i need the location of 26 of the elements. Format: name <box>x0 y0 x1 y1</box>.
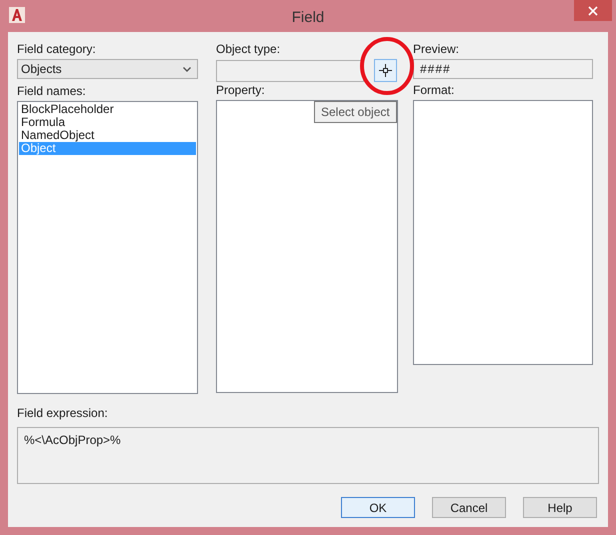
field-label: Preview: <box>413 41 460 57</box>
select-object-button[interactable] <box>374 59 397 82</box>
dialog-button[interactable]: OK <box>341 497 415 518</box>
app-logo-icon <box>9 7 25 23</box>
expression-field[interactable]: %<\AcObjProp>% <box>17 427 599 484</box>
list-item[interactable]: Formula <box>19 116 196 129</box>
close-icon <box>588 6 598 16</box>
chevron-down-icon <box>183 66 191 72</box>
dialog-button[interactable]: Cancel <box>432 497 506 518</box>
list-item[interactable]: BlockPlaceholder <box>19 103 196 116</box>
category-dropdown[interactable]: Objects <box>17 59 198 79</box>
window-title: Field <box>292 8 324 26</box>
field-label: Property: <box>216 82 266 98</box>
field-label: Field expression: <box>17 405 109 421</box>
field-label: Field names: <box>17 83 87 99</box>
field-label: Field category: <box>17 41 97 57</box>
object-type-field[interactable] <box>216 60 364 82</box>
field-label: Object type: <box>216 41 282 57</box>
field-label: Format: <box>413 82 456 98</box>
annotation-circle <box>359 36 415 96</box>
crosshair-icon <box>379 64 392 77</box>
dialog-button[interactable]: Help <box>523 497 597 518</box>
list-item[interactable]: NamedObject <box>19 129 196 142</box>
close-button[interactable] <box>574 0 612 21</box>
tooltip: Select object <box>314 101 397 123</box>
preview-field: #### <box>413 59 593 79</box>
